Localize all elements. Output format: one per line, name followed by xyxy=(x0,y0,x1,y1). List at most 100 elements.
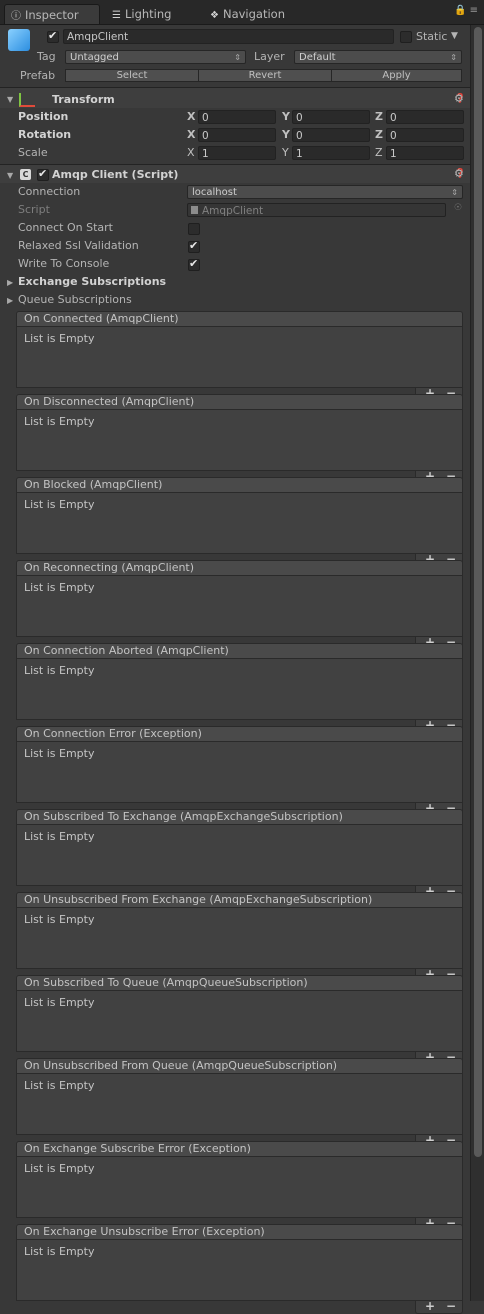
event-title: On Exchange Subscribe Error (Exception) xyxy=(16,1141,463,1157)
empty-list-text: List is Empty xyxy=(24,581,95,594)
unity-event-list: On Unsubscribed From Exchange (AmqpExcha… xyxy=(16,892,463,982)
lighting-icon: ☰ xyxy=(112,10,121,21)
unity-event-list: On Subscribed To Exchange (AmqpExchangeS… xyxy=(16,809,463,899)
component-enabled-checkbox[interactable] xyxy=(37,167,49,181)
event-title: On Reconnecting (AmqpClient) xyxy=(16,560,463,576)
empty-list-text: List is Empty xyxy=(24,415,95,428)
empty-list-text: List is Empty xyxy=(24,913,95,926)
unity-event-list: On Blocked (AmqpClient) List is Empty + − xyxy=(16,477,463,567)
event-body: List is Empty xyxy=(16,908,463,969)
gear-icon[interactable]: ⚙ xyxy=(454,92,464,105)
rotation-label: Rotation xyxy=(18,128,72,141)
tab-navigation[interactable]: ❖ Navigation xyxy=(210,4,285,24)
event-body: List is Empty xyxy=(16,493,463,554)
position-y-field[interactable]: 0 xyxy=(292,110,370,124)
empty-list-text: List is Empty xyxy=(24,747,95,760)
axis-y-label[interactable]: Y xyxy=(282,128,290,141)
static-label: Static xyxy=(416,30,448,43)
foldout-arrow-icon[interactable]: ▶ xyxy=(7,296,13,305)
static-dropdown-icon[interactable]: ▼ xyxy=(451,29,458,44)
unity-event-list: On Exchange Unsubscribe Error (Exception… xyxy=(16,1224,463,1314)
gameobject-name-field[interactable]: AmqpClient xyxy=(63,29,394,44)
foldout-arrow-icon[interactable]: ▶ xyxy=(7,278,13,287)
script-field: AmqpClient xyxy=(187,203,446,217)
vertical-scrollbar[interactable] xyxy=(470,25,484,1301)
axis-x-label[interactable]: X xyxy=(187,146,195,159)
connect-on-start-checkbox[interactable] xyxy=(188,223,200,235)
empty-list-text: List is Empty xyxy=(24,996,95,1009)
empty-list-text: List is Empty xyxy=(24,1162,95,1175)
connect-on-start-label: Connect On Start xyxy=(18,221,113,234)
static-checkbox[interactable] xyxy=(400,31,412,43)
scale-y-field[interactable]: 1 xyxy=(292,146,370,160)
empty-list-text: List is Empty xyxy=(24,830,95,843)
remove-icon[interactable]: − xyxy=(446,1299,456,1313)
gear-icon[interactable]: ⚙ xyxy=(454,167,464,180)
event-footer: + − xyxy=(415,1299,463,1314)
editor-tab-bar: ⓘ Inspector ☰ Lighting ❖ Navigation 🔒 ≡ xyxy=(0,0,484,25)
axis-z-label[interactable]: Z xyxy=(375,110,383,123)
dropdown-arrow-icon: ⇕ xyxy=(450,53,457,62)
tab-lighting[interactable]: ☰ Lighting xyxy=(112,4,171,24)
foldout-arrow-icon[interactable]: ▼ xyxy=(7,171,13,180)
unity-event-list: On Reconnecting (AmqpClient) List is Empt… xyxy=(16,560,463,650)
axis-y-label[interactable]: Y xyxy=(282,110,290,123)
event-body: List is Empty xyxy=(16,327,463,388)
unity-event-list: On Connection Aborted (AmqpClient) List i… xyxy=(16,643,463,733)
axis-z-label[interactable]: Z xyxy=(375,146,383,159)
exchange-subscriptions-foldout[interactable]: Exchange Subscriptions xyxy=(18,275,166,288)
event-title: On Subscribed To Queue (AmqpQueueSubscri… xyxy=(16,975,463,991)
object-picker-icon: ☉ xyxy=(454,203,463,213)
add-icon[interactable]: + xyxy=(425,1299,435,1313)
dropdown-arrow-icon: ⇕ xyxy=(234,53,241,62)
prefab-revert-button[interactable]: Revert xyxy=(198,69,332,82)
scale-x-field[interactable]: 1 xyxy=(198,146,276,160)
active-checkbox[interactable] xyxy=(47,29,59,43)
rotation-x-field[interactable]: 0 xyxy=(198,128,276,142)
position-z-field[interactable]: 0 xyxy=(386,110,464,124)
relaxed-ssl-label: Relaxed Ssl Validation xyxy=(18,239,139,252)
rotation-y-field[interactable]: 0 xyxy=(292,128,370,142)
axis-z-label[interactable]: Z xyxy=(375,128,383,141)
prefab-apply-button[interactable]: Apply xyxy=(331,69,462,82)
prefab-select-button[interactable]: Select xyxy=(65,69,199,82)
prefab-label: Prefab xyxy=(20,69,56,82)
cube-icon xyxy=(8,29,30,51)
scrollbar-thumb[interactable] xyxy=(474,27,482,1157)
script-label: Script xyxy=(18,203,50,216)
script-icon: C xyxy=(20,169,31,180)
relaxed-ssl-checkbox[interactable] xyxy=(188,239,200,253)
event-title: On Subscribed To Exchange (AmqpExchangeS… xyxy=(16,809,463,825)
rotation-z-field[interactable]: 0 xyxy=(386,128,464,142)
empty-list-text: List is Empty xyxy=(24,1079,95,1092)
unity-event-list: On Unsubscribed From Queue (AmqpQueueSub… xyxy=(16,1058,463,1148)
empty-list-text: List is Empty xyxy=(24,664,95,677)
event-body: List is Empty xyxy=(16,742,463,803)
empty-list-text: List is Empty xyxy=(24,498,95,511)
write-console-checkbox[interactable] xyxy=(188,257,200,271)
tab-inspector[interactable]: ⓘ Inspector xyxy=(4,4,100,24)
event-body: List is Empty xyxy=(16,659,463,720)
axis-x-label[interactable]: X xyxy=(187,128,195,141)
foldout-arrow-icon[interactable]: ▼ xyxy=(7,95,13,104)
layer-dropdown[interactable]: Default ⇕ xyxy=(294,50,462,64)
tag-dropdown[interactable]: Untagged ⇕ xyxy=(65,50,246,64)
lock-icon[interactable]: 🔒 ≡ xyxy=(454,5,478,16)
event-title: On Disconnected (AmqpClient) xyxy=(16,394,463,410)
scale-z-field[interactable]: 1 xyxy=(386,146,464,160)
write-console-label: Write To Console xyxy=(18,257,110,270)
queue-subscriptions-foldout[interactable]: Queue Subscriptions xyxy=(18,293,132,306)
layer-label: Layer xyxy=(254,50,285,63)
connection-dropdown[interactable]: localhost ⇕ xyxy=(187,185,463,199)
axis-x-label[interactable]: X xyxy=(187,110,195,123)
event-title: On Blocked (AmqpClient) xyxy=(16,477,463,493)
event-body: List is Empty xyxy=(16,1240,463,1301)
event-body: List is Empty xyxy=(16,825,463,886)
position-x-field[interactable]: 0 xyxy=(198,110,276,124)
event-title: On Unsubscribed From Queue (AmqpQueueSub… xyxy=(16,1058,463,1074)
axis-y-label[interactable]: Y xyxy=(282,146,289,159)
connection-label: Connection xyxy=(18,185,81,198)
empty-list-text: List is Empty xyxy=(24,1245,95,1258)
event-body: List is Empty xyxy=(16,576,463,637)
unity-event-list: On Connected (AmqpClient) List is Empty + − xyxy=(16,311,463,401)
